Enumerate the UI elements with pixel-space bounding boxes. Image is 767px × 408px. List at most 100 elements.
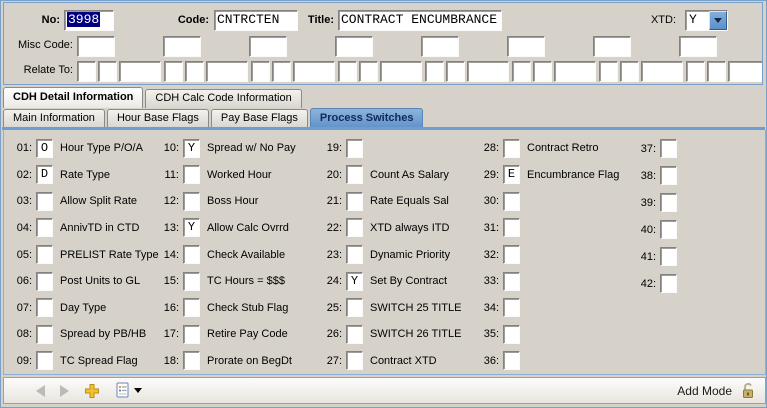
switch-value-field[interactable]: Y <box>346 272 363 291</box>
relate-to-field[interactable] <box>119 61 161 82</box>
switch-number: 42: <box>635 278 656 290</box>
tab-cdh-detail-information[interactable]: CDH Detail Information <box>3 87 143 108</box>
switch-number: 19: <box>321 142 342 154</box>
subtab-pay-base-flags[interactable]: Pay Base Flags <box>211 109 308 128</box>
switch-value-field[interactable] <box>660 166 677 185</box>
misc-code-field[interactable] <box>679 36 717 57</box>
switch-value-field[interactable]: O <box>36 139 53 158</box>
relate-to-field[interactable] <box>272 61 291 82</box>
no-field[interactable]: 3998 <box>64 10 114 31</box>
switch-label: Count As Salary <box>370 169 449 181</box>
switch-value-field[interactable] <box>346 325 363 344</box>
xtd-dropdown[interactable]: Y <box>685 10 728 31</box>
relate-to-field[interactable] <box>251 61 270 82</box>
open-padlock-icon[interactable] <box>741 382 755 399</box>
relate-to-field[interactable] <box>554 61 596 82</box>
title-field[interactable]: CONTRACT ENCUMBRANCE <box>338 10 502 31</box>
relate-to-field[interactable] <box>185 61 204 82</box>
switch-value-field[interactable] <box>183 298 200 317</box>
switch-value-field[interactable] <box>183 272 200 291</box>
switch-value-field[interactable] <box>183 351 200 370</box>
switch-value-field[interactable]: E <box>503 165 520 184</box>
xtd-dropdown-button[interactable] <box>709 11 727 30</box>
switch-value-field[interactable] <box>503 245 520 264</box>
switch-row: 17:Retire Pay Code <box>158 321 321 348</box>
switch-value-field[interactable]: D <box>36 165 53 184</box>
switch-value-field[interactable] <box>503 192 520 211</box>
relate-to-field[interactable] <box>446 61 465 82</box>
relate-to-field[interactable] <box>98 61 117 82</box>
relate-to-field[interactable] <box>380 61 422 82</box>
relate-to-field[interactable] <box>599 61 618 82</box>
misc-code-field[interactable] <box>421 36 459 57</box>
relate-to-field[interactable] <box>512 61 531 82</box>
relate-to-field[interactable] <box>641 61 683 82</box>
no-label: No: <box>22 10 60 31</box>
switch-value-field[interactable] <box>660 193 677 212</box>
subtab-hour-base-flags[interactable]: Hour Base Flags <box>107 109 209 128</box>
switch-value-field[interactable] <box>503 298 520 317</box>
switch-value-field[interactable] <box>346 165 363 184</box>
relate-to-field[interactable] <box>359 61 378 82</box>
switch-value-field[interactable] <box>503 351 520 370</box>
plus-icon <box>84 383 100 399</box>
switch-value-field[interactable]: Y <box>183 218 200 237</box>
switch-value-field[interactable] <box>660 247 677 266</box>
tab-cdh-calc-code-information[interactable]: CDH Calc Code Information <box>145 89 301 108</box>
code-field[interactable]: CNTRCTEN <box>214 10 298 31</box>
switch-value-field[interactable] <box>183 245 200 264</box>
switch-value-field[interactable] <box>183 192 200 211</box>
misc-code-field[interactable] <box>507 36 545 57</box>
misc-code-field[interactable] <box>593 36 631 57</box>
relate-to-field[interactable] <box>686 61 705 82</box>
switch-value-field[interactable] <box>503 325 520 344</box>
switch-value-field[interactable] <box>36 192 53 211</box>
add-record-button[interactable] <box>84 383 100 399</box>
switch-label: SWITCH 25 TITLE <box>370 302 461 314</box>
switch-label: Worked Hour <box>207 169 272 181</box>
switch-value-field[interactable] <box>346 351 363 370</box>
switch-value-field[interactable] <box>183 165 200 184</box>
switch-value-field[interactable] <box>660 220 677 239</box>
switch-value-field[interactable] <box>36 245 53 264</box>
relate-to-field[interactable] <box>77 61 96 82</box>
misc-code-field[interactable] <box>163 36 201 57</box>
subtab-main-information[interactable]: Main Information <box>3 109 105 128</box>
switch-value-field[interactable] <box>36 218 53 237</box>
switch-value-field[interactable] <box>36 298 53 317</box>
switch-value-field[interactable] <box>660 274 677 293</box>
switch-row: 30: <box>478 188 635 215</box>
switch-value-field[interactable] <box>346 218 363 237</box>
switch-value-field[interactable] <box>346 245 363 264</box>
misc-code-field[interactable] <box>249 36 287 57</box>
view-options-button[interactable] <box>115 382 142 399</box>
relate-to-field[interactable] <box>164 61 183 82</box>
switch-value-field[interactable]: Y <box>183 139 200 158</box>
relate-to-field[interactable] <box>728 61 763 82</box>
switch-value-field[interactable] <box>346 298 363 317</box>
relate-to-field[interactable] <box>425 61 444 82</box>
subtab-process-switches[interactable]: Process Switches <box>310 108 424 128</box>
misc-code-field[interactable] <box>77 36 115 57</box>
switch-value-field[interactable] <box>346 139 363 158</box>
switch-value-field[interactable] <box>183 325 200 344</box>
relate-to-field[interactable] <box>707 61 726 82</box>
switch-value-field[interactable] <box>346 192 363 211</box>
switch-value-field[interactable] <box>36 272 53 291</box>
relate-to-field[interactable] <box>620 61 639 82</box>
switch-value-field[interactable] <box>503 272 520 291</box>
switch-value-field[interactable] <box>36 325 53 344</box>
switch-column-3: 19:20:Count As Salary21:Rate Equals Sal2… <box>321 135 478 374</box>
relate-to-field[interactable] <box>467 61 509 82</box>
switch-value-field[interactable] <box>36 351 53 370</box>
relate-to-field[interactable] <box>206 61 248 82</box>
relate-to-field[interactable] <box>533 61 552 82</box>
switch-value-field[interactable] <box>503 139 520 158</box>
misc-code-field[interactable] <box>335 36 373 57</box>
relate-to-field[interactable] <box>293 61 335 82</box>
switch-value-field[interactable] <box>503 218 520 237</box>
switch-value-field[interactable] <box>660 139 677 158</box>
previous-record-button[interactable] <box>36 385 45 397</box>
relate-to-field[interactable] <box>338 61 357 82</box>
next-record-button[interactable] <box>60 385 69 397</box>
